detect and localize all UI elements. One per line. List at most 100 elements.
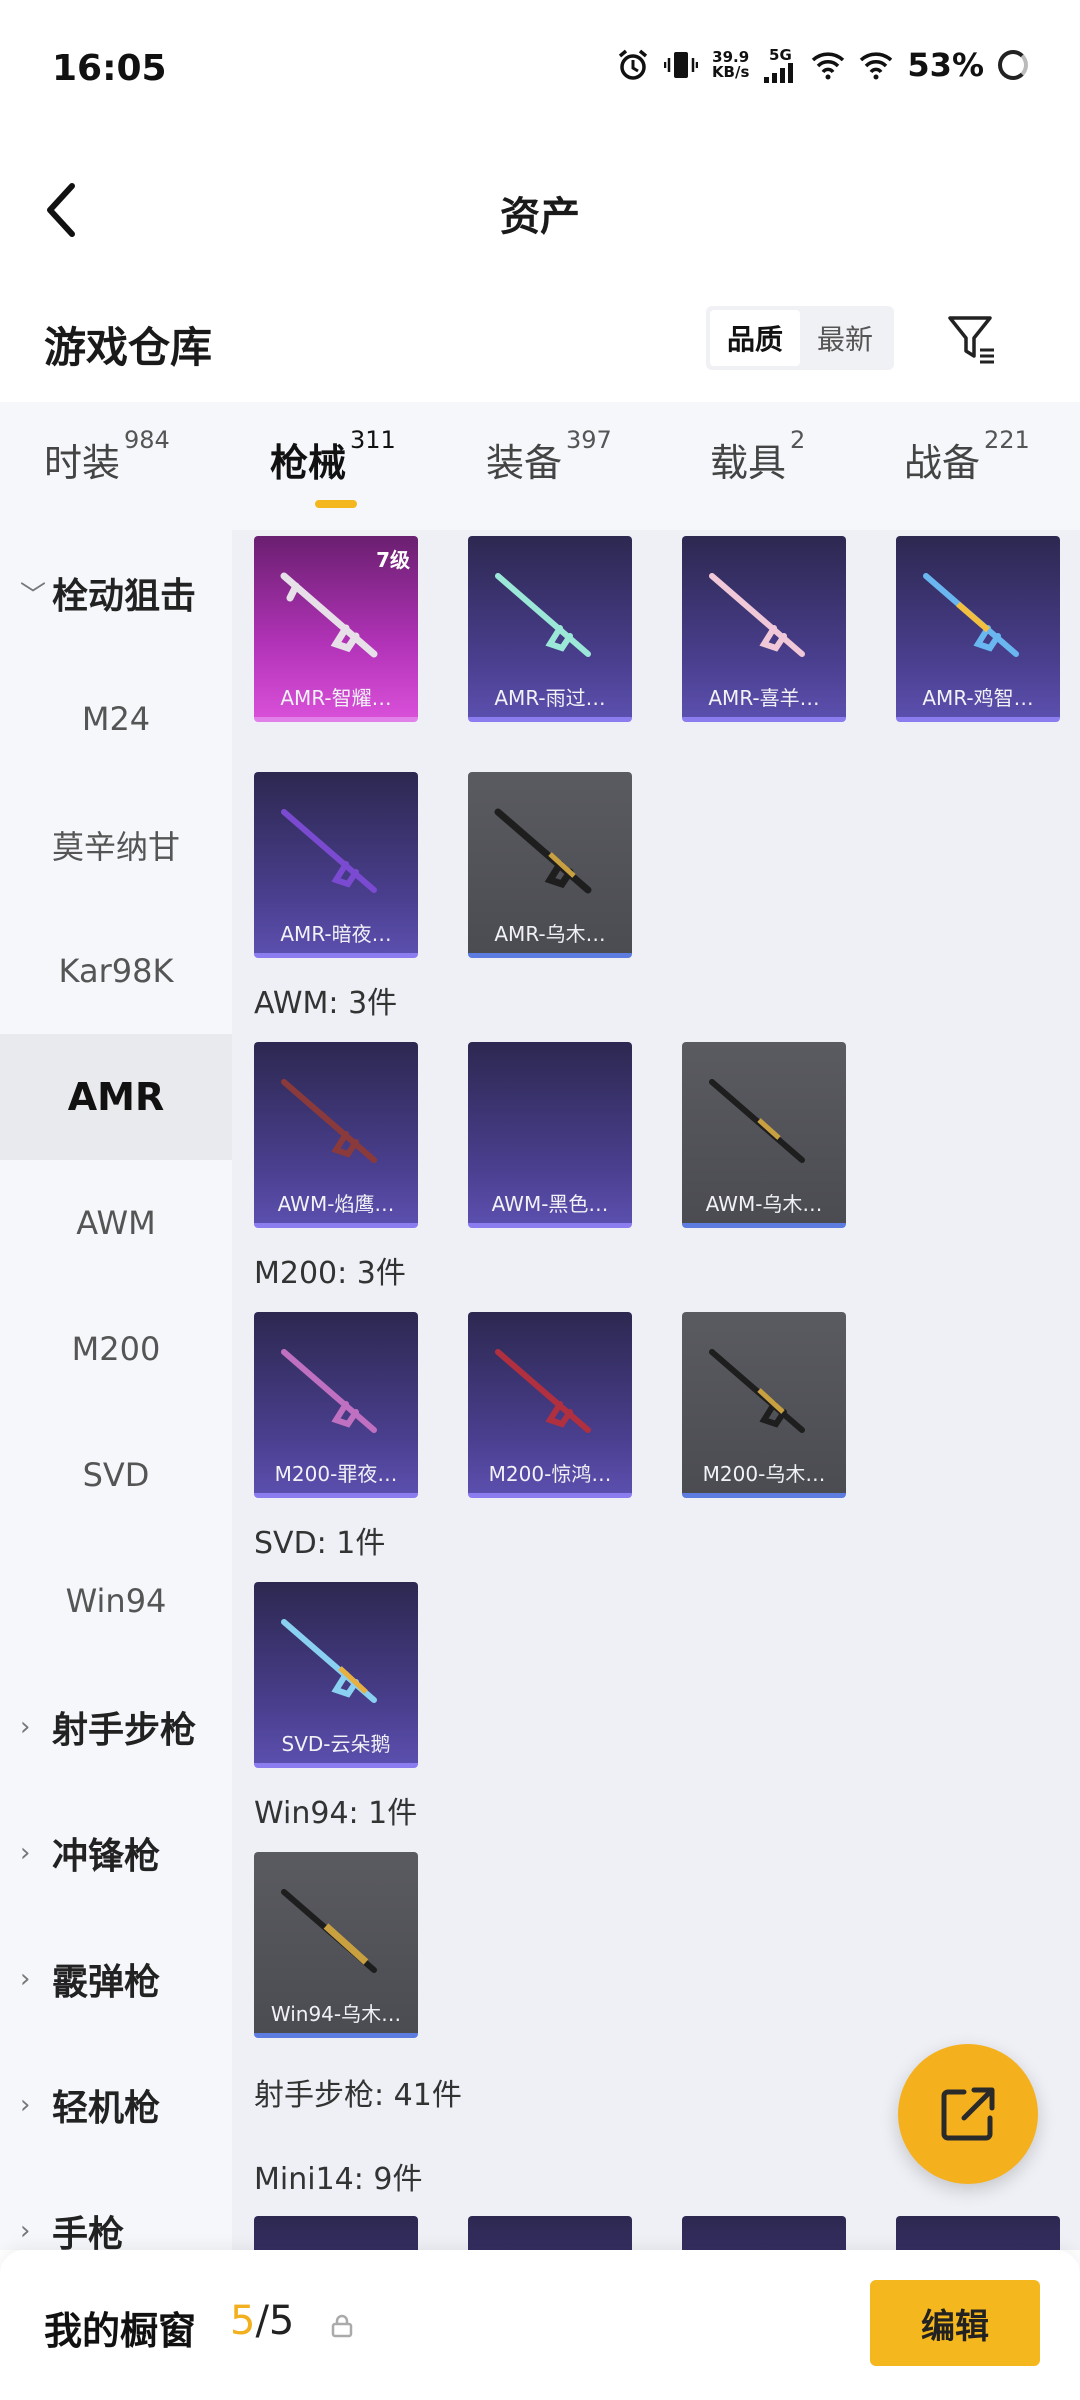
sidebar-item-m200[interactable]: M200	[0, 1286, 232, 1412]
rifle-icon	[494, 808, 592, 894]
sidebar-group-marksman[interactable]: › 射手步枪	[0, 1664, 232, 1790]
sort-toggle: 品质 最新	[706, 306, 894, 370]
sidebar-group-lmg[interactable]: › 轻机枪	[0, 2042, 232, 2168]
skin-card[interactable]: AMR-喜羊…	[682, 536, 846, 722]
filter-icon[interactable]	[946, 312, 998, 364]
chevron-right-icon: ›	[20, 1838, 31, 1868]
chevron-right-icon: ›	[20, 2216, 31, 2246]
section-title-win94: Win94: 1件	[254, 1796, 418, 1831]
rifle-icon	[281, 1079, 377, 1163]
tab-vehicles[interactable]: 载具2	[710, 426, 805, 487]
skin-name: M200-罪夜…	[274, 1462, 398, 1486]
sidebar-group-pistol[interactable]: › 手枪	[0, 2168, 232, 2250]
signal-bars-icon	[764, 62, 794, 83]
category-tabs: 时装984 枪械311 装备397 载具2 战备221	[0, 402, 1080, 530]
rifle-icon	[281, 1349, 377, 1433]
skin-card[interactable]: AMR-雨过…	[468, 536, 632, 722]
sidebar-group-smg[interactable]: › 冲锋枪	[0, 1790, 232, 1916]
chevron-right-icon: ›	[20, 1964, 31, 1994]
section-title-m200: M200: 3件	[254, 1256, 406, 1291]
sidebar-item-awm[interactable]: AWM	[0, 1160, 232, 1286]
skin-name: AMR-雨过…	[494, 686, 606, 710]
external-link-icon	[941, 2087, 995, 2141]
warehouse-row: 游戏仓库 品质 最新	[0, 290, 1080, 400]
tab-supplies[interactable]: 战备221	[904, 426, 1030, 487]
vibrate-icon	[663, 52, 698, 78]
showcase-bar: 我的橱窗 5/5 编辑	[0, 2250, 1080, 2400]
rifle-icon	[280, 572, 378, 658]
sort-option-quality[interactable]: 品质	[710, 310, 800, 366]
skin-card[interactable]	[254, 2216, 418, 2250]
skin-card[interactable]	[896, 2216, 1060, 2250]
skin-card[interactable]: 7级 AMR-智耀…	[254, 536, 418, 722]
section-title-marksman: 射手步枪: 41件	[254, 2078, 462, 2113]
sidebar-item-mosin[interactable]: 莫辛纳甘	[0, 782, 232, 908]
showcase-label: 我的橱窗	[44, 2309, 197, 2353]
chevron-right-icon: ›	[20, 1712, 31, 1742]
skin-name: SVD-云朵鹅	[281, 1732, 391, 1756]
skin-card[interactable]: AWM-黑色…	[468, 1042, 632, 1228]
page-title: 资产	[500, 194, 580, 240]
sidebar-group-bolt-sniper[interactable]: ﹀ 栓动狙击	[0, 530, 232, 656]
skin-name: M200-乌木…	[702, 1462, 826, 1486]
net-speed: 39.9 KB/s	[711, 48, 750, 81]
sidebar-item-win94[interactable]: Win94	[0, 1538, 232, 1664]
skin-card[interactable]: M200-乌木…	[682, 1312, 846, 1498]
sidebar-item-m24[interactable]: M24	[0, 656, 232, 782]
status-icons: 39.9 KB/s 5G 53%	[616, 46, 1028, 84]
rifle-icon	[495, 573, 591, 657]
skin-card[interactable]: M200-罪夜…	[254, 1312, 418, 1498]
rifle-icon	[281, 1889, 377, 1973]
battery-ring-icon	[998, 50, 1028, 80]
share-fab[interactable]	[898, 2044, 1038, 2184]
sidebar-item-amr[interactable]: AMR	[0, 1034, 232, 1160]
top-header: 资产	[0, 140, 1080, 280]
tab-fashion[interactable]: 时装984	[44, 426, 170, 487]
alarm-icon	[618, 49, 648, 80]
tab-guns[interactable]: 枪械311	[270, 426, 396, 487]
sidebar-item-kar98k[interactable]: Kar98K	[0, 908, 232, 1034]
rifle-icon	[495, 1349, 591, 1433]
chevron-down-icon: ﹀	[20, 580, 47, 611]
skin-card[interactable]: AWM-乌木…	[682, 1042, 846, 1228]
status-time: 16:05	[52, 48, 167, 89]
rifle-icon	[281, 809, 377, 893]
skin-card[interactable]: M200-惊鸿…	[468, 1312, 632, 1498]
lock-icon	[331, 2314, 353, 2338]
edit-button[interactable]: 编辑	[870, 2280, 1040, 2366]
chevron-right-icon: ›	[20, 2090, 31, 2120]
rifle-icon	[709, 1349, 805, 1433]
wifi-icon	[860, 52, 893, 80]
rifle-icon	[923, 573, 1019, 657]
warehouse-title: 游戏仓库	[44, 323, 213, 372]
skin-card[interactable]: SVD-云朵鹅	[254, 1582, 418, 1768]
skin-card[interactable]: AWM-焰鹰…	[254, 1042, 418, 1228]
skin-name: AWM-黑色…	[491, 1192, 609, 1216]
status-bar: 16:05 39.9 KB/s 5G 53%	[0, 0, 1080, 140]
skin-card[interactable]: Win94-乌木…	[254, 1852, 418, 2038]
skin-card[interactable]: AMR-乌木…	[468, 772, 632, 958]
skin-name: Win94-乌木…	[270, 2002, 402, 2026]
rifle-icon	[709, 573, 805, 657]
rifle-icon	[281, 1619, 377, 1703]
skin-name: AMR-乌木…	[494, 922, 606, 946]
tab-equipment[interactable]: 装备397	[486, 426, 612, 487]
section-title-svd: SVD: 1件	[254, 1526, 386, 1561]
weapon-grid: 7级 AMR-智耀… AMR-雨过… AMR-喜羊… AMR-鸡智… AMR-暗…	[232, 530, 1080, 2250]
skin-name: AMR-鸡智…	[922, 686, 1034, 710]
rifle-icon	[709, 1079, 805, 1163]
skin-name: M200-惊鸿…	[488, 1462, 612, 1486]
sidebar-item-svd[interactable]: SVD	[0, 1412, 232, 1538]
skin-card[interactable]	[682, 2216, 846, 2250]
skin-card[interactable]: AMR-鸡智…	[896, 536, 1060, 722]
weapon-sidebar: ﹀ 栓动狙击 M24 莫辛纳甘 Kar98K AMR AWM M200 SVD W…	[0, 530, 232, 2250]
wifi-plus-icon	[812, 52, 845, 80]
skin-card[interactable]: AMR-暗夜…	[254, 772, 418, 958]
skin-name: AWM-乌木…	[705, 1192, 823, 1216]
skin-card[interactable]	[468, 2216, 632, 2250]
sort-option-newest[interactable]: 最新	[800, 310, 890, 366]
cell-signal: 5G	[763, 47, 797, 83]
showcase-count: 5/5	[230, 2298, 295, 2344]
sidebar-group-shotgun[interactable]: › 霰弹枪	[0, 1916, 232, 2042]
skin-name: AMR-暗夜…	[280, 922, 392, 946]
